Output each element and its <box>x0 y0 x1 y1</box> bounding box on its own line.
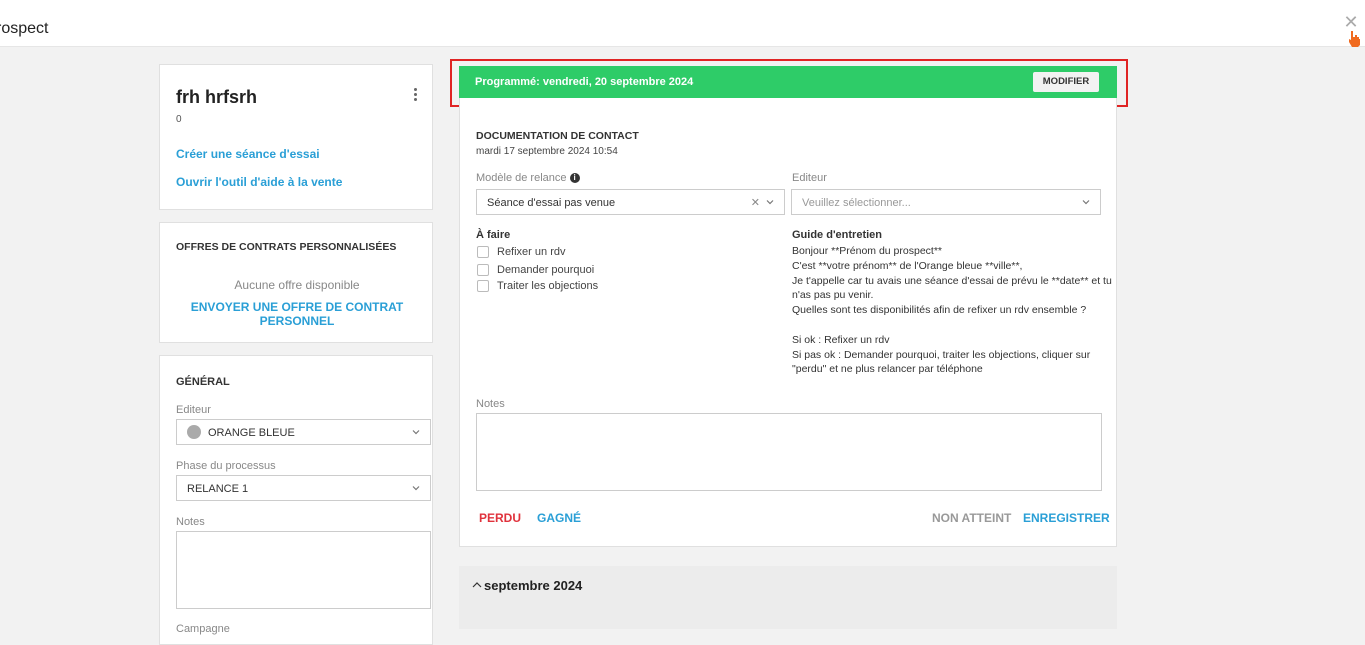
todo-label-3: Traiter les objections <box>497 280 599 292</box>
todo-checkbox-3[interactable] <box>477 280 489 292</box>
guide-line: Si pas ok : Demander pourquoi, traiter l… <box>792 348 1091 361</box>
chevron-down-icon <box>412 430 420 435</box>
general-card: GÉNÉRAL Editeur ORANGE BLEUE Phase du pr… <box>159 355 433 645</box>
contact-title: DOCUMENTATION DE CONTACT <box>476 130 639 142</box>
guide-line: Je t'appelle car tu avais une séance d'e… <box>792 274 1112 287</box>
contact-card: DOCUMENTATION DE CONTACT mardi 17 septem… <box>459 98 1117 547</box>
general-notes-label: Notes <box>176 516 205 528</box>
todo-checkbox-1[interactable] <box>477 246 489 258</box>
general-notes-field[interactable] <box>176 531 431 609</box>
contact-editor-select[interactable]: Veuillez sélectionner... <box>791 189 1101 215</box>
editor-value: ORANGE BLEUE <box>208 427 295 439</box>
profile-sub: 0 <box>176 114 182 125</box>
todo-checkbox-2[interactable] <box>477 264 489 276</box>
scheduled-banner: Programmé: vendredi, 20 septembre 2024 M… <box>459 66 1117 98</box>
guide-line: C'est **votre prénom** de l'Orange bleue… <box>792 259 1023 272</box>
guide-line: n'as pas pu venir. <box>792 289 874 302</box>
kebab-menu-icon[interactable] <box>412 87 418 105</box>
guide-line: "perdu" et ne plus relancer par téléphon… <box>792 363 983 376</box>
contact-date: mardi 17 septembre 2024 10:54 <box>476 146 618 157</box>
offers-title: OFFRES DE CONTRATS PERSONNALISÉES <box>176 241 397 253</box>
guide-line: Quelles sont tes disponibilités afin de … <box>792 304 1087 317</box>
lost-button[interactable]: PERDU <box>479 511 521 525</box>
template-select[interactable]: Séance d'essai pas venue ✕ <box>476 189 785 215</box>
guide-title: Guide d'entretien <box>792 229 883 241</box>
todo-label-2: Demander pourquoi <box>497 264 595 276</box>
send-offer-link[interactable]: ENVOYER UNE OFFRE DE CONTRAT PERSONNEL <box>160 300 434 328</box>
profile-card: frh hrfsrh 0 Créer une séance d'essai Ou… <box>159 64 433 210</box>
chevron-down-icon <box>1082 200 1090 205</box>
chevron-down-icon <box>412 486 420 491</box>
phase-select[interactable]: RELANCE 1 <box>176 475 431 501</box>
contact-editor-placeholder: Veuillez sélectionner... <box>802 197 911 209</box>
offers-empty: Aucune offre disponible <box>234 278 360 292</box>
scheduled-text: Programmé: vendredi, 20 septembre 2024 <box>475 76 694 88</box>
general-title: GÉNÉRAL <box>176 376 230 388</box>
chevron-down-icon <box>766 200 774 205</box>
timeline-month: septembre 2024 <box>484 578 583 593</box>
not-reached-button[interactable]: NON ATTEINT <box>932 511 1011 525</box>
create-trial-link[interactable]: Créer une séance d'essai <box>176 147 320 161</box>
page-title: rospect <box>0 20 49 37</box>
template-value: Séance d'essai pas venue <box>487 197 616 209</box>
info-icon: i <box>569 173 580 184</box>
editor-avatar <box>187 425 201 439</box>
contact-notes-label: Notes <box>476 398 505 410</box>
top-bar: rospect ✕ <box>0 0 1365 47</box>
sales-tool-link[interactable]: Ouvrir l'outil d'aide à la vente <box>176 175 342 189</box>
hand-cursor-icon <box>1349 31 1360 47</box>
guide-text: Bonjour **Prénom du prospect** C'est **v… <box>792 244 1112 377</box>
guide-line: Si ok : Refixer un rdv <box>792 333 890 346</box>
won-button[interactable]: GAGNÉ <box>537 511 581 525</box>
modify-button[interactable]: MODIFIER <box>1033 72 1099 92</box>
editor-label: Editeur <box>176 404 211 416</box>
offers-card: OFFRES DE CONTRATS PERSONNALISÉES Aucune… <box>159 222 433 343</box>
contact-editor-label: Editeur <box>792 172 827 184</box>
profile-name: frh hrfsrh <box>176 87 257 107</box>
template-label: Modèle de relance i <box>476 172 580 184</box>
guide-line: Bonjour **Prénom du prospect** <box>792 245 943 257</box>
contact-notes-field[interactable] <box>476 413 1102 491</box>
modify-button-label: MODIFIER <box>1042 76 1090 87</box>
phase-label: Phase du processus <box>176 460 276 472</box>
campaign-label: Campagne <box>176 623 230 635</box>
save-button[interactable]: ENREGISTRER <box>1023 511 1110 525</box>
chevron-up-icon[interactable] <box>471 579 483 591</box>
close-icon[interactable]: ✕ <box>1343 13 1359 31</box>
phase-value: RELANCE 1 <box>187 483 249 495</box>
todo-title: À faire <box>476 229 511 241</box>
guide-line <box>792 318 1112 333</box>
clear-icon[interactable]: ✕ <box>751 196 760 209</box>
todo-label-1: Refixer un rdv <box>497 246 566 258</box>
editor-select[interactable]: ORANGE BLEUE <box>176 419 431 445</box>
timeline-section: septembre 2024 <box>459 566 1117 629</box>
